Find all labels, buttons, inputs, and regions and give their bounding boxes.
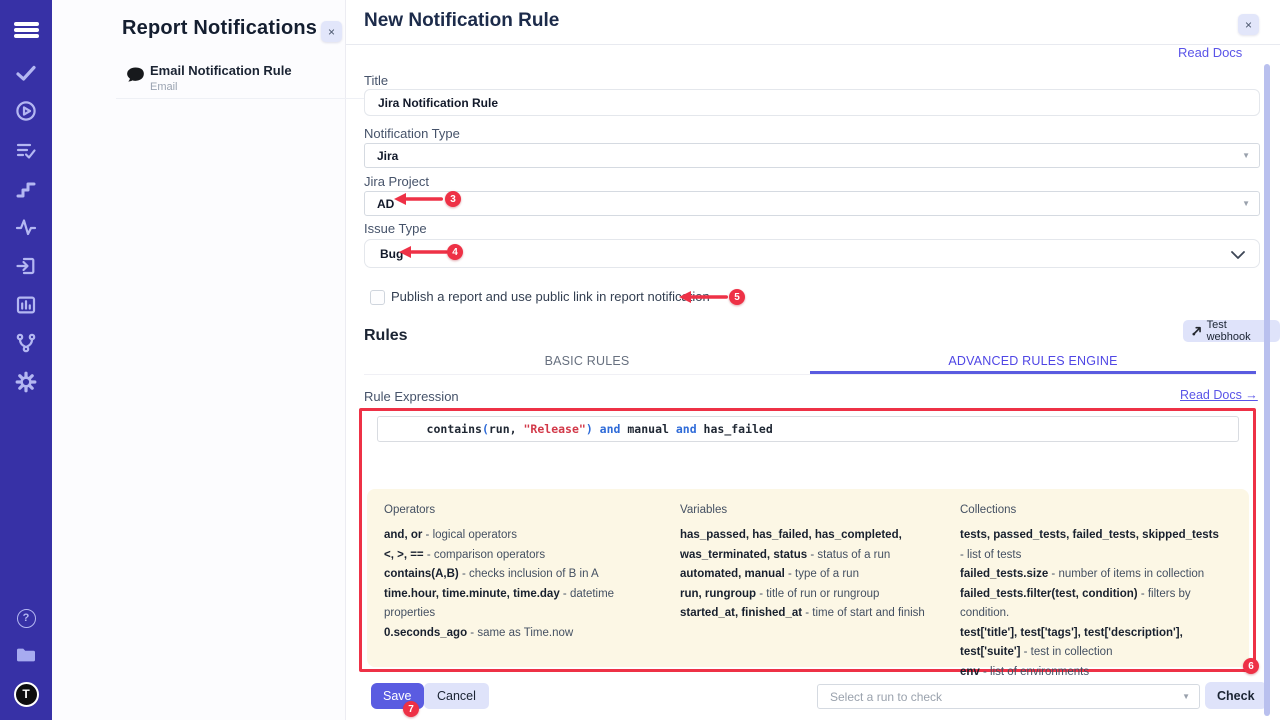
help-item: test['title'], test['tags'], test['descr… — [960, 624, 1220, 663]
code-token: has_failed — [704, 422, 773, 436]
tab-advanced-rules-engine[interactable]: ADVANCED RULES ENGINE — [810, 348, 1256, 374]
help-item: has_passed, has_failed, has_completed, w… — [680, 526, 948, 565]
code-token: and — [669, 422, 704, 436]
help-item: and, or - logical operators — [384, 526, 668, 546]
steps-icon[interactable] — [0, 177, 52, 201]
rule-expression-label: Rule Expression — [364, 389, 459, 404]
notification-type-select[interactable]: Jira ▼ — [364, 143, 1260, 168]
title-input[interactable]: Jira Notification Rule — [364, 89, 1260, 116]
select-caret-icon: ▼ — [1242, 151, 1250, 160]
help-item: time.hour, time.minute, time.day - datet… — [384, 585, 668, 624]
help-column-header: Collections — [960, 504, 1220, 516]
jira-project-select[interactable]: AD ▼ — [364, 191, 1260, 216]
help-column-header: Variables — [680, 504, 948, 516]
annotation-badge-3: 3 — [445, 191, 461, 207]
close-icon: × — [1245, 19, 1252, 31]
jira-project-label: Jira Project — [364, 174, 429, 189]
code-token: ) — [586, 422, 593, 436]
cancel-button[interactable]: Cancel — [424, 683, 489, 709]
chat-bubble-icon — [126, 66, 145, 85]
annotation-badge-5: 5 — [729, 289, 745, 305]
rule-expression-editor[interactable]: contains(run, "Release") and manual and … — [377, 416, 1239, 442]
activity-icon[interactable] — [0, 215, 52, 239]
code-token: "Release" — [524, 422, 586, 436]
help-item: automated, manual - type of a run — [680, 565, 948, 585]
play-circle-icon[interactable] — [0, 99, 52, 123]
code-token: and — [593, 422, 628, 436]
annotation-arrow-3 — [394, 192, 444, 206]
help-item: failed_tests.size - number of items in c… — [960, 565, 1220, 585]
report-notifications-panel: Report Notifications × Email Notificatio… — [52, 0, 346, 720]
rules-tabs: BASIC RULES ADVANCED RULES ENGINE — [364, 348, 1256, 375]
app-logo[interactable]: T — [0, 681, 52, 707]
select-caret-icon: ▼ — [1182, 692, 1190, 701]
app-root: ? T Report Notifications × Email Notific… — [0, 0, 1280, 720]
title-label: Title — [364, 73, 388, 88]
tasks-icon[interactable] — [0, 139, 52, 163]
publish-checkbox-label: Publish a report and use public link in … — [391, 289, 710, 304]
help-item: contains(A,B) - checks inclusion of B in… — [384, 565, 668, 585]
annotation-badge-4: 4 — [447, 244, 463, 260]
projects-folder-icon[interactable] — [0, 643, 52, 667]
page-title: New Notification Rule — [364, 10, 559, 32]
code-token: contains — [427, 422, 482, 436]
bar-chart-icon[interactable] — [0, 293, 52, 317]
issue-type-label: Issue Type — [364, 221, 427, 236]
expression-help-panel: Operators and, or - logical operators <,… — [367, 489, 1249, 667]
read-docs-link[interactable]: Read Docs → — [1180, 388, 1258, 402]
close-icon: × — [328, 26, 335, 38]
logo-letter: T — [14, 682, 39, 707]
notification-type-label: Notification Type — [364, 126, 460, 141]
tab-basic-rules[interactable]: BASIC RULES — [364, 348, 810, 374]
help-item: env - list of environments — [960, 663, 1220, 683]
code-token: manual — [627, 422, 669, 436]
webhook-icon — [1192, 326, 1202, 336]
read-docs-link-top[interactable]: Read Docs — [1178, 44, 1248, 59]
help-column-header: Operators — [384, 504, 668, 516]
run-select[interactable]: Select a run to check ▼ — [817, 684, 1200, 709]
help-item: run, rungroup - title of run or rungroup — [680, 585, 948, 605]
help-item: failed_tests.filter(test, condition) - f… — [960, 585, 1220, 624]
code-token: run, — [489, 422, 524, 436]
panel-close-button[interactable]: × — [321, 21, 342, 42]
publish-checkbox[interactable] — [370, 290, 385, 305]
scrollbar-thumb[interactable] — [1264, 64, 1270, 716]
rules-heading: Rules — [364, 327, 408, 345]
check-button[interactable]: Check — [1205, 682, 1267, 709]
issue-type-select[interactable]: Bug — [364, 239, 1260, 268]
annotation-badge-7: 7 — [403, 701, 419, 717]
menu-icon[interactable] — [0, 17, 52, 43]
dialog-close-button[interactable]: × — [1238, 14, 1259, 35]
annotation-badge-6: 6 — [1243, 658, 1259, 674]
notification-list-item[interactable]: Email Notification Rule Email — [116, 57, 392, 99]
list-item-subtitle: Email — [150, 81, 178, 93]
help-column-variables: Variables has_passed, has_failed, has_co… — [680, 504, 960, 667]
annotation-arrow-4 — [399, 245, 449, 259]
select-caret-icon: ▼ — [1242, 199, 1250, 208]
list-item-title: Email Notification Rule — [150, 63, 292, 78]
help-column-collections: Collections tests, passed_tests, failed_… — [960, 504, 1232, 667]
sign-in-icon[interactable] — [0, 254, 52, 278]
code-token: ( — [482, 422, 489, 436]
chevron-down-icon — [1231, 251, 1245, 260]
help-column-operators: Operators and, or - logical operators <,… — [384, 504, 680, 667]
help-item: tests, passed_tests, failed_tests, skipp… — [960, 526, 1220, 565]
annotation-arrow-5 — [679, 290, 729, 304]
branch-icon[interactable] — [0, 331, 52, 355]
help-item: 0.seconds_ago - same as Time.now — [384, 624, 668, 644]
panel-title: Report Notifications — [122, 17, 317, 40]
help-icon[interactable]: ? — [0, 606, 52, 630]
check-icon[interactable] — [0, 61, 52, 85]
help-item: started_at, finished_at - time of start … — [680, 604, 948, 624]
settings-gear-icon[interactable] — [0, 370, 52, 394]
help-item: <, >, == - comparison operators — [384, 546, 668, 566]
sidebar: ? T — [0, 0, 52, 720]
